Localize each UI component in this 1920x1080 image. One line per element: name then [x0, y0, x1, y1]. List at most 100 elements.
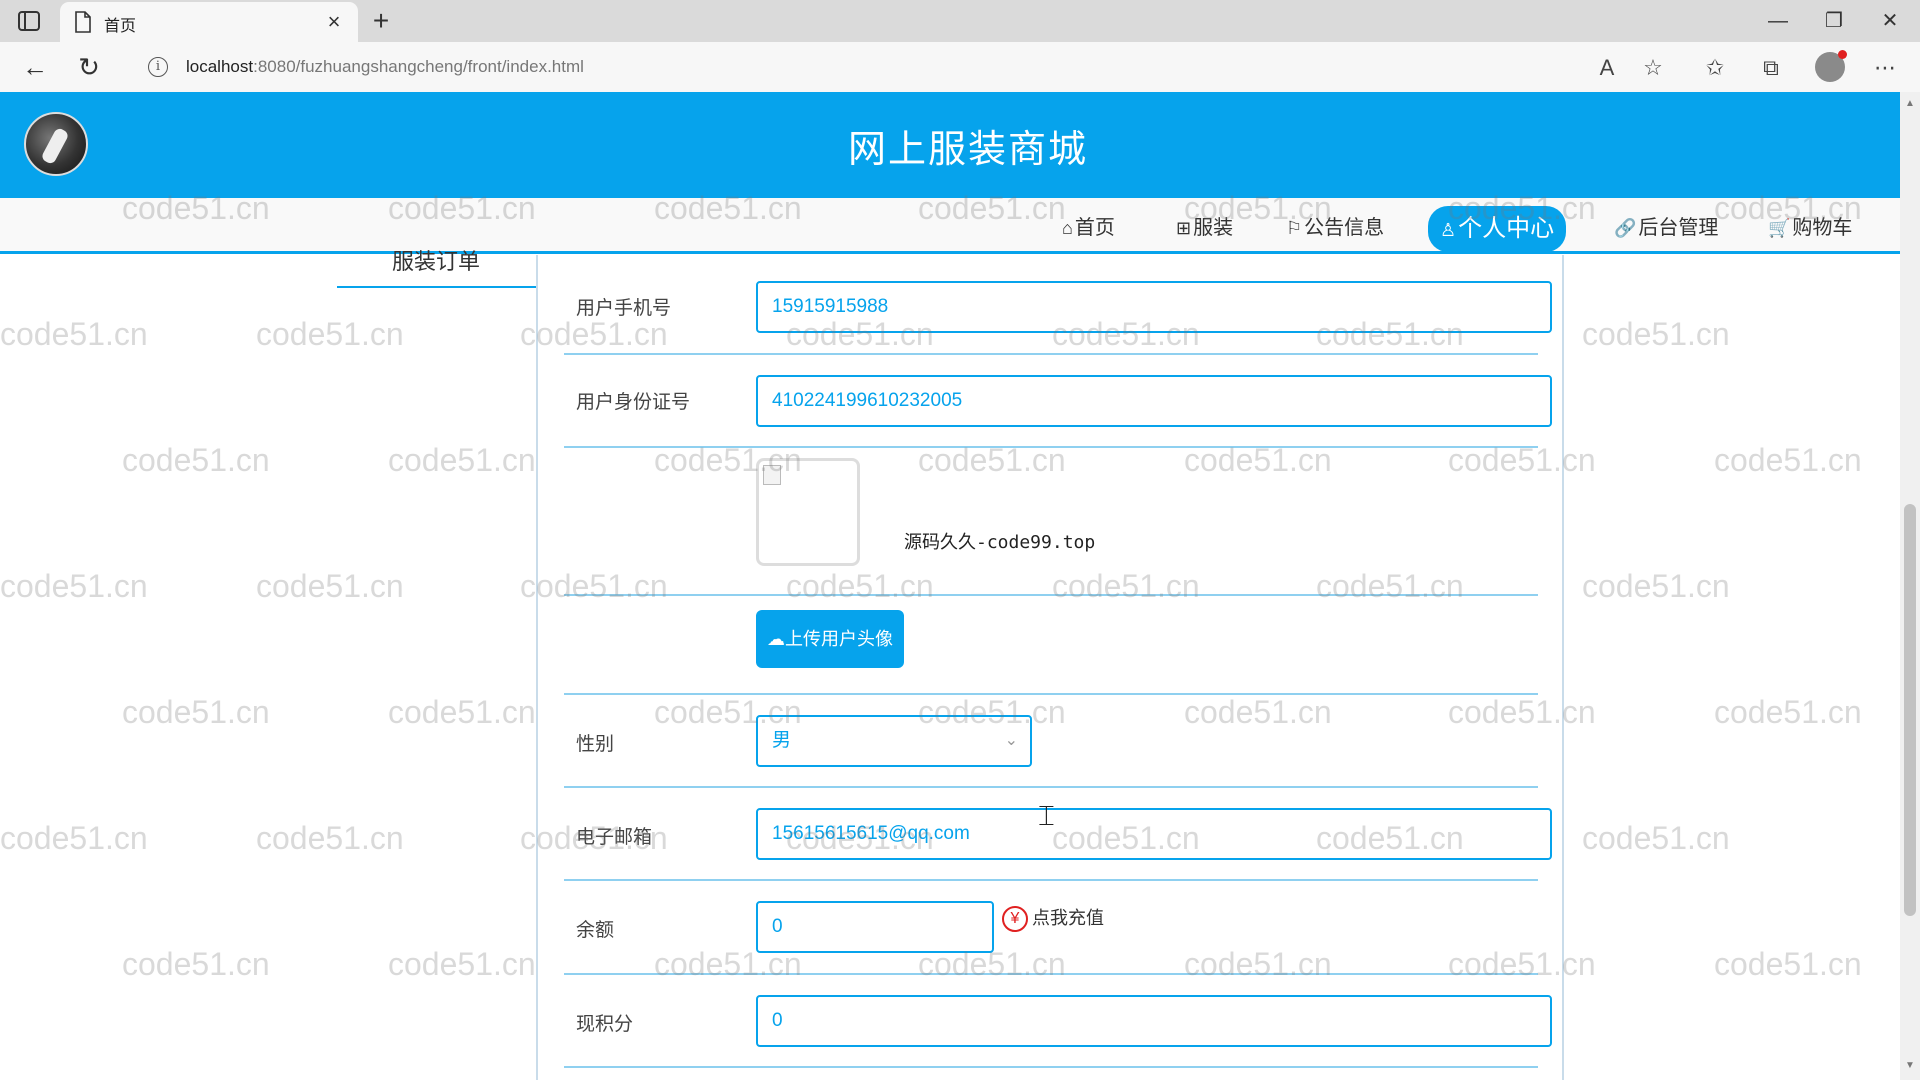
watermark: code51.cn	[388, 694, 536, 730]
site-title: 网上服装商城	[847, 129, 1088, 171]
text-cursor-icon: ⌶	[1038, 800, 1055, 831]
upload-avatar-label: 上传用户头像	[785, 629, 893, 649]
maximize-icon[interactable]: ❐	[1808, 4, 1860, 38]
cloud-upload-icon: ☁	[767, 629, 785, 649]
nav-admin-label: 后台管理	[1638, 217, 1719, 239]
url-path: :8080/fuzhuangshangcheng/front/index.htm…	[253, 57, 584, 76]
profile-icon[interactable]	[1815, 50, 1847, 82]
site-header: 网上服装商城	[0, 92, 1900, 198]
idcard-label: 用户身份证号	[576, 392, 691, 413]
gender-value: 男	[772, 730, 792, 751]
tab-title: 首页	[104, 18, 137, 35]
form-row-upload: ☁上传用户头像	[564, 596, 1538, 695]
watermark: code51.cn	[256, 820, 404, 856]
url-text[interactable]: localhost:8080/fuzhuangshangcheng/front/…	[186, 57, 584, 77]
profile-form-panel: 用户手机号 15915915988 用户身份证号 410224199610232…	[536, 255, 1564, 1080]
watermark: code51.cn	[388, 442, 536, 478]
watermark: code51.cn	[1714, 694, 1862, 730]
watermark: code51.cn	[0, 568, 148, 604]
avatar-preview	[756, 458, 860, 566]
chevron-down-icon: ⌄	[1004, 732, 1018, 749]
nav-cart[interactable]: 🛒 购物车	[1768, 208, 1852, 248]
phone-label: 用户手机号	[576, 298, 672, 319]
home-icon: ⌂	[1062, 218, 1073, 238]
sidebar-item-clothing-orders[interactable]: 服装订单	[392, 244, 480, 276]
points-label: 现积分	[576, 1014, 634, 1035]
broken-image-icon	[763, 465, 781, 485]
watermark: code51.cn	[1582, 820, 1730, 856]
sidebar-toggle-icon[interactable]	[14, 8, 44, 34]
cart-icon: 🛒	[1768, 218, 1791, 238]
watermark: code51.cn	[1714, 946, 1862, 982]
refresh-icon[interactable]: ↻	[72, 51, 106, 83]
browser-tab-bar: 首页 × + — ❐ ✕	[0, 0, 1920, 42]
read-aloud-icon[interactable]: A	[1592, 53, 1622, 83]
watermark: code51.cn	[122, 694, 270, 730]
nav-announcements[interactable]: ⚐ 公告信息	[1286, 208, 1384, 248]
nav-home-label: 首页	[1074, 217, 1115, 239]
email-label: 电子邮箱	[576, 827, 653, 848]
window-close-icon[interactable]: ✕	[1864, 4, 1916, 38]
form-row-avatar: 源码久久-code99.top	[564, 448, 1538, 596]
form-row-points: 现积分 0	[564, 975, 1552, 1068]
url-field[interactable]: i localhost:8080/fuzhuangshangcheng/fron…	[138, 47, 1680, 87]
idcard-input[interactable]: 410224199610232005	[756, 375, 1552, 427]
nav-admin[interactable]: 🔗 后台管理	[1614, 208, 1718, 248]
flag-icon: ⚐	[1286, 218, 1303, 238]
plus-icon[interactable]: +	[366, 6, 396, 36]
nav-personal-center-label: 个人中心	[1458, 215, 1555, 242]
site-nav: ⌂ 首页 ⊞ 服装 ⚐ 公告信息 ♙个人中心 🔗 后台管理 🛒 购物车	[0, 198, 1900, 254]
favorites-icon[interactable]: ✩	[1700, 53, 1730, 83]
page-viewport: 网上服装商城 ⌂ 首页 ⊞ 服装 ⚐ 公告信息 ♙个人中心 🔗 后台管理 🛒 购物车 服装…	[0, 92, 1920, 1080]
points-input[interactable]: 0	[756, 995, 1552, 1047]
scroll-down-icon[interactable]: ▼	[1904, 1060, 1916, 1072]
more-icon[interactable]: ⋯	[1870, 53, 1900, 83]
gender-label: 性别	[576, 734, 615, 755]
minimize-icon[interactable]: —	[1752, 4, 1804, 38]
form-row-gender: 性别 男 ⌄	[564, 695, 1538, 788]
watermark: code51.cn	[122, 442, 270, 478]
back-icon[interactable]: ←	[18, 51, 52, 83]
watermark: code51.cn	[1582, 568, 1730, 604]
info-icon[interactable]: i	[148, 57, 168, 77]
sidebar-divider	[337, 286, 537, 288]
watermark: code51.cn	[388, 946, 536, 982]
gender-select[interactable]: 男 ⌄	[756, 715, 1032, 767]
watermark: code51.cn	[256, 568, 404, 604]
recharge-label: 点我充值	[1032, 908, 1104, 928]
browser-tab[interactable]: 首页 ×	[60, 2, 358, 42]
email-input[interactable]: 15615615615@qq.com	[756, 808, 1552, 860]
page-scrollbar[interactable]: ▲ ▼	[1900, 92, 1920, 1080]
nav-personal-center[interactable]: ♙个人中心	[1428, 206, 1567, 252]
close-icon[interactable]: ×	[320, 8, 348, 36]
form-row-phone: 用户手机号 15915915988	[564, 255, 1552, 355]
watermark: code51.cn	[0, 820, 148, 856]
grid-icon: ⊞	[1176, 218, 1192, 238]
recharge-link[interactable]: ¥ 点我充值	[1002, 903, 1104, 933]
favorite-add-icon[interactable]: ☆	[1638, 53, 1668, 83]
nav-announcements-label: 公告信息	[1304, 217, 1385, 239]
page-icon	[74, 11, 92, 33]
nav-cart-label: 购物车	[1792, 217, 1853, 239]
url-host: localhost	[186, 57, 254, 76]
collections-icon[interactable]: ⧉	[1756, 53, 1786, 83]
watermark: code51.cn	[122, 946, 270, 982]
watermark: code51.cn	[1714, 442, 1862, 478]
nav-home[interactable]: ⌂ 首页	[1062, 208, 1115, 248]
scroll-up-icon[interactable]: ▲	[1904, 98, 1916, 110]
watermark: code51.cn	[0, 316, 148, 352]
watermark: code51.cn	[1582, 316, 1730, 352]
scroll-thumb[interactable]	[1904, 504, 1916, 916]
balance-input[interactable]: 0	[756, 901, 994, 953]
watermark: code51.cn	[256, 316, 404, 352]
browser-address-bar: ← ↻ i localhost:8080/fuzhuangshangcheng/…	[0, 42, 1920, 92]
nav-clothing[interactable]: ⊞ 服装	[1176, 208, 1233, 248]
link-icon: 🔗	[1614, 218, 1637, 238]
phone-input[interactable]: 15915915988	[756, 281, 1552, 333]
yen-icon: ¥	[1002, 906, 1028, 933]
balance-label: 余额	[576, 920, 615, 941]
form-row-idcard: 用户身份证号 410224199610232005	[564, 355, 1552, 448]
upload-avatar-button[interactable]: ☁上传用户头像	[756, 610, 904, 668]
form-row-balance: 余额 0 ¥ 点我充值	[564, 881, 1538, 975]
source-note: 源码久久-code99.top	[904, 532, 1096, 553]
